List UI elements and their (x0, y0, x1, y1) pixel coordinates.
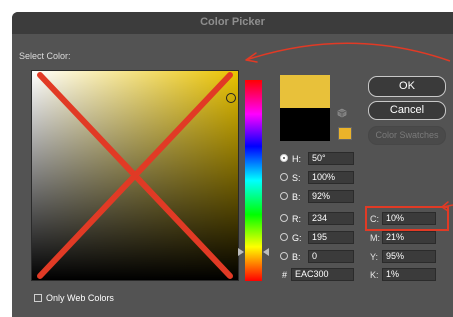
arrow-annotations (245, 42, 453, 212)
